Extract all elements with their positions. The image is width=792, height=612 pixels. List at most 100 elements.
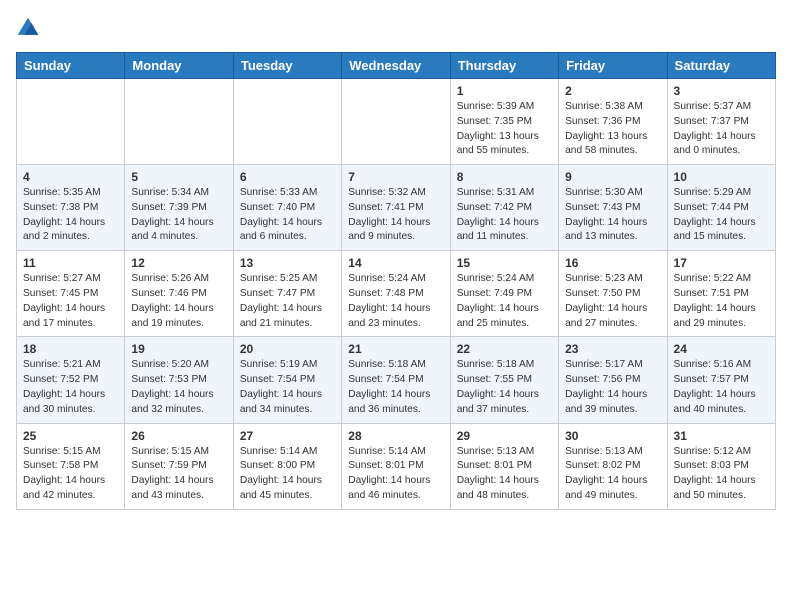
- weekday-header: Saturday: [667, 53, 775, 79]
- calendar-cell: 28 Sunrise: 5:14 AM Sunset: 8:01 PM Dayli…: [342, 423, 450, 509]
- day-info: Sunrise: 5:32 AM Sunset: 7:41 PM Dayligh…: [348, 186, 443, 245]
- weekday-header: Sunday: [17, 53, 125, 79]
- day-info: Sunrise: 5:13 AM Sunset: 8:02 PM Dayligh…: [565, 445, 660, 504]
- logo: [16, 16, 44, 40]
- calendar-cell: 15 Sunrise: 5:24 AM Sunset: 7:49 PM Dayli…: [450, 251, 558, 337]
- day-number: 1: [457, 84, 552, 98]
- calendar-cell: 23 Sunrise: 5:17 AM Sunset: 7:56 PM Dayli…: [559, 337, 667, 423]
- calendar-cell: 4 Sunrise: 5:35 AM Sunset: 7:38 PM Daylig…: [17, 165, 125, 251]
- day-number: 6: [240, 170, 335, 184]
- day-info: Sunrise: 5:13 AM Sunset: 8:01 PM Dayligh…: [457, 445, 552, 504]
- day-number: 20: [240, 342, 335, 356]
- day-number: 5: [131, 170, 226, 184]
- day-number: 10: [674, 170, 769, 184]
- day-number: 28: [348, 429, 443, 443]
- day-number: 3: [674, 84, 769, 98]
- calendar-header-row: SundayMondayTuesdayWednesdayThursdayFrid…: [17, 53, 776, 79]
- calendar-cell: 10 Sunrise: 5:29 AM Sunset: 7:44 PM Dayli…: [667, 165, 775, 251]
- calendar-cell: 3 Sunrise: 5:37 AM Sunset: 7:37 PM Daylig…: [667, 79, 775, 165]
- calendar-cell: 27Sunrise: 5:14 AM Sunset: 8:00 PM Dayli…: [233, 423, 341, 509]
- day-number: 25: [23, 429, 118, 443]
- day-info: Sunrise: 5:37 AM Sunset: 7:37 PM Dayligh…: [674, 100, 769, 159]
- day-info: Sunrise: 5:19 AM Sunset: 7:54 PM Dayligh…: [240, 358, 335, 417]
- day-number: 21: [348, 342, 443, 356]
- calendar-week-row: 1Sunrise: 5:39 AM Sunset: 7:35 PM Daylig…: [17, 79, 776, 165]
- day-info: Sunrise: 5:23 AM Sunset: 7:50 PM Dayligh…: [565, 272, 660, 331]
- day-number: 13: [240, 256, 335, 270]
- day-info: Sunrise: 5:35 AM Sunset: 7:38 PM Dayligh…: [23, 186, 118, 245]
- day-info: Sunrise: 5:12 AM Sunset: 8:03 PM Dayligh…: [674, 445, 769, 504]
- weekday-header: Friday: [559, 53, 667, 79]
- day-number: 22: [457, 342, 552, 356]
- calendar-cell: 30 Sunrise: 5:13 AM Sunset: 8:02 PM Dayli…: [559, 423, 667, 509]
- calendar-cell: 6 Sunrise: 5:33 AM Sunset: 7:40 PM Daylig…: [233, 165, 341, 251]
- calendar-table: SundayMondayTuesdayWednesdayThursdayFrid…: [16, 52, 776, 510]
- day-info: Sunrise: 5:17 AM Sunset: 7:56 PM Dayligh…: [565, 358, 660, 417]
- calendar-cell: 31Sunrise: 5:12 AM Sunset: 8:03 PM Dayli…: [667, 423, 775, 509]
- calendar-cell: 8 Sunrise: 5:31 AM Sunset: 7:42 PM Daylig…: [450, 165, 558, 251]
- page-header: [16, 16, 776, 40]
- calendar-cell: 20 Sunrise: 5:19 AM Sunset: 7:54 PM Dayli…: [233, 337, 341, 423]
- weekday-header: Monday: [125, 53, 233, 79]
- day-number: 2: [565, 84, 660, 98]
- calendar-cell: 29 Sunrise: 5:13 AM Sunset: 8:01 PM Dayli…: [450, 423, 558, 509]
- calendar-cell: 22 Sunrise: 5:18 AM Sunset: 7:55 PM Dayli…: [450, 337, 558, 423]
- day-info: Sunrise: 5:15 AM Sunset: 7:58 PM Dayligh…: [23, 445, 118, 504]
- calendar-cell: 17 Sunrise: 5:22 AM Sunset: 7:51 PM Dayli…: [667, 251, 775, 337]
- day-info: Sunrise: 5:14 AM Sunset: 8:00 PM Dayligh…: [240, 445, 335, 504]
- calendar-cell: 18Sunrise: 5:21 AM Sunset: 7:52 PM Dayli…: [17, 337, 125, 423]
- calendar-cell: 12Sunrise: 5:26 AM Sunset: 7:46 PM Dayli…: [125, 251, 233, 337]
- day-info: Sunrise: 5:16 AM Sunset: 7:57 PM Dayligh…: [674, 358, 769, 417]
- day-number: 8: [457, 170, 552, 184]
- day-info: Sunrise: 5:27 AM Sunset: 7:45 PM Dayligh…: [23, 272, 118, 331]
- day-info: Sunrise: 5:22 AM Sunset: 7:51 PM Dayligh…: [674, 272, 769, 331]
- calendar-week-row: 18Sunrise: 5:21 AM Sunset: 7:52 PM Dayli…: [17, 337, 776, 423]
- day-info: Sunrise: 5:34 AM Sunset: 7:39 PM Dayligh…: [131, 186, 226, 245]
- calendar-cell: 26Sunrise: 5:15 AM Sunset: 7:59 PM Dayli…: [125, 423, 233, 509]
- day-info: Sunrise: 5:26 AM Sunset: 7:46 PM Dayligh…: [131, 272, 226, 331]
- calendar-cell: 11 Sunrise: 5:27 AM Sunset: 7:45 PM Dayli…: [17, 251, 125, 337]
- day-number: 26: [131, 429, 226, 443]
- calendar-cell: 25 Sunrise: 5:15 AM Sunset: 7:58 PM Dayli…: [17, 423, 125, 509]
- calendar-cell: 14 Sunrise: 5:24 AM Sunset: 7:48 PM Dayli…: [342, 251, 450, 337]
- day-number: 9: [565, 170, 660, 184]
- calendar-cell: 1Sunrise: 5:39 AM Sunset: 7:35 PM Daylig…: [450, 79, 558, 165]
- calendar-cell: 5 Sunrise: 5:34 AM Sunset: 7:39 PM Daylig…: [125, 165, 233, 251]
- weekday-header: Wednesday: [342, 53, 450, 79]
- day-info: Sunrise: 5:18 AM Sunset: 7:54 PM Dayligh…: [348, 358, 443, 417]
- day-info: Sunrise: 5:24 AM Sunset: 7:48 PM Dayligh…: [348, 272, 443, 331]
- day-info: Sunrise: 5:18 AM Sunset: 7:55 PM Dayligh…: [457, 358, 552, 417]
- day-number: 30: [565, 429, 660, 443]
- calendar-cell: [125, 79, 233, 165]
- day-info: Sunrise: 5:33 AM Sunset: 7:40 PM Dayligh…: [240, 186, 335, 245]
- day-number: 29: [457, 429, 552, 443]
- calendar-cell: [17, 79, 125, 165]
- day-number: 14: [348, 256, 443, 270]
- day-number: 23: [565, 342, 660, 356]
- day-number: 16: [565, 256, 660, 270]
- day-info: Sunrise: 5:24 AM Sunset: 7:49 PM Dayligh…: [457, 272, 552, 331]
- calendar-cell: 7 Sunrise: 5:32 AM Sunset: 7:41 PM Daylig…: [342, 165, 450, 251]
- day-number: 4: [23, 170, 118, 184]
- calendar-cell: 16 Sunrise: 5:23 AM Sunset: 7:50 PM Dayli…: [559, 251, 667, 337]
- logo-icon: [16, 16, 40, 40]
- day-number: 24: [674, 342, 769, 356]
- day-number: 19: [131, 342, 226, 356]
- weekday-header: Thursday: [450, 53, 558, 79]
- weekday-header: Tuesday: [233, 53, 341, 79]
- day-info: Sunrise: 5:31 AM Sunset: 7:42 PM Dayligh…: [457, 186, 552, 245]
- calendar-cell: 19 Sunrise: 5:20 AM Sunset: 7:53 PM Dayli…: [125, 337, 233, 423]
- calendar-week-row: 11 Sunrise: 5:27 AM Sunset: 7:45 PM Dayli…: [17, 251, 776, 337]
- calendar-cell: 21 Sunrise: 5:18 AM Sunset: 7:54 PM Dayli…: [342, 337, 450, 423]
- day-info: Sunrise: 5:29 AM Sunset: 7:44 PM Dayligh…: [674, 186, 769, 245]
- day-info: Sunrise: 5:38 AM Sunset: 7:36 PM Dayligh…: [565, 100, 660, 159]
- day-number: 7: [348, 170, 443, 184]
- calendar-cell: 24 Sunrise: 5:16 AM Sunset: 7:57 PM Dayli…: [667, 337, 775, 423]
- day-number: 11: [23, 256, 118, 270]
- calendar-week-row: 25 Sunrise: 5:15 AM Sunset: 7:58 PM Dayli…: [17, 423, 776, 509]
- day-info: Sunrise: 5:20 AM Sunset: 7:53 PM Dayligh…: [131, 358, 226, 417]
- day-info: Sunrise: 5:14 AM Sunset: 8:01 PM Dayligh…: [348, 445, 443, 504]
- day-number: 15: [457, 256, 552, 270]
- day-number: 17: [674, 256, 769, 270]
- calendar-cell: [233, 79, 341, 165]
